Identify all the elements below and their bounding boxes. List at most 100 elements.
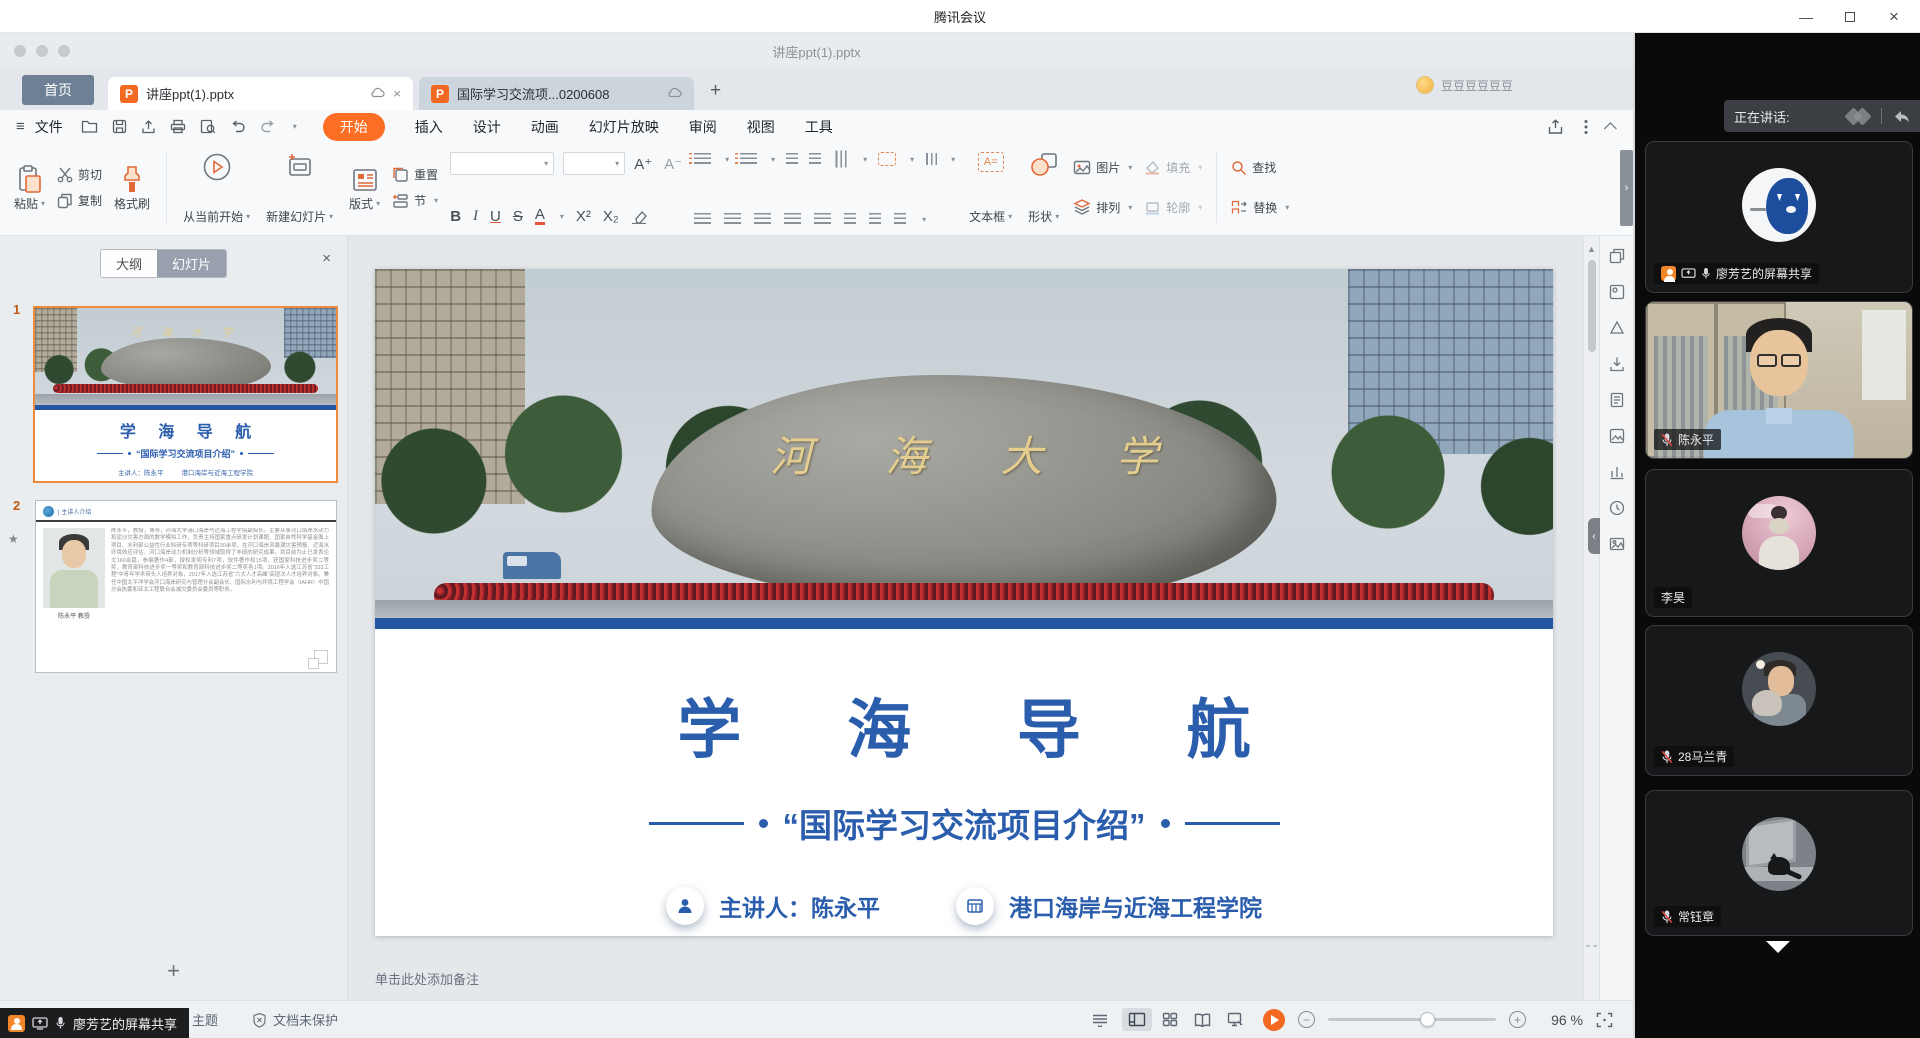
- decrease-font-button[interactable]: A⁻: [664, 155, 682, 173]
- participant-tile[interactable]: 陈永平: [1645, 301, 1913, 459]
- numbered-list-icon[interactable]: [740, 153, 757, 165]
- decrease-indent-icon[interactable]: [786, 153, 798, 165]
- picture-button[interactable]: 图片▾: [1073, 155, 1132, 181]
- line-spacing-down-icon[interactable]: [869, 213, 881, 225]
- properties-icon[interactable]: [1609, 248, 1625, 264]
- participant-tile[interactable]: 28马兰青: [1645, 625, 1913, 776]
- font-family-select[interactable]: ▾: [450, 152, 554, 175]
- tab-design[interactable]: 设计: [473, 117, 501, 137]
- next-slide-icon[interactable]: ⌄⌄: [1584, 940, 1599, 948]
- vertical-scrollbar[interactable]: ▲ ⌄⌄: [1583, 236, 1599, 1000]
- selection-pane-icon[interactable]: [1609, 284, 1625, 300]
- strikethrough-button[interactable]: S: [513, 208, 523, 225]
- tab-tools[interactable]: 工具: [805, 117, 833, 137]
- layout-button[interactable]: 版式▾: [347, 161, 382, 214]
- outline-button[interactable]: 轮廓▾: [1144, 194, 1202, 220]
- open-icon[interactable]: [81, 119, 98, 134]
- caret-icon[interactable]: ▾: [910, 155, 914, 164]
- caret-icon[interactable]: ▾: [951, 155, 955, 164]
- fill-button[interactable]: 填充▾: [1144, 155, 1202, 181]
- bold-button[interactable]: B: [450, 208, 461, 225]
- speaker-chip[interactable]: 主讲人：陈永平: [666, 887, 880, 925]
- copy-button[interactable]: 复制: [57, 188, 102, 214]
- doc-tab-active[interactable]: P 讲座ppt(1).pptx ×: [108, 77, 413, 110]
- minimize-button[interactable]: —: [1784, 0, 1828, 33]
- distribute-icon[interactable]: [814, 213, 831, 225]
- effects-pane-icon[interactable]: [1609, 428, 1625, 444]
- share-icon[interactable]: [1547, 119, 1564, 135]
- zoom-slider-thumb[interactable]: [1420, 1012, 1435, 1027]
- paste-button[interactable]: 粘贴▾: [12, 161, 47, 214]
- save-icon[interactable]: [112, 119, 127, 134]
- output-icon[interactable]: [141, 119, 156, 134]
- normal-view-button[interactable]: [1122, 1008, 1152, 1031]
- align-center-icon[interactable]: [724, 213, 741, 225]
- subscript-button[interactable]: X₂: [603, 208, 619, 225]
- home-tab[interactable]: 首页: [22, 75, 94, 105]
- redo-icon[interactable]: [260, 120, 276, 133]
- more-icon[interactable]: [1584, 119, 1588, 135]
- section-button[interactable]: 节▾: [392, 188, 438, 214]
- justify-icon[interactable]: [784, 213, 801, 225]
- add-slide-button[interactable]: +: [167, 958, 180, 984]
- participant-tile[interactable]: 李昊: [1645, 469, 1913, 617]
- format-painter-button[interactable]: 格式刷: [112, 161, 152, 214]
- line-spacing-up-icon[interactable]: [844, 213, 856, 225]
- reset-button[interactable]: 重置: [392, 162, 438, 188]
- document-pane-icon[interactable]: [1609, 392, 1625, 408]
- outline-tab[interactable]: 大纲: [101, 250, 157, 277]
- quick-access-caret-icon[interactable]: ▾: [293, 122, 297, 131]
- increase-font-button[interactable]: A⁺: [634, 155, 652, 173]
- caret-icon[interactable]: ▾: [560, 212, 564, 221]
- increase-indent-icon[interactable]: [809, 153, 821, 165]
- line-spacing-icon[interactable]: [894, 213, 906, 225]
- print-icon[interactable]: [170, 119, 186, 134]
- hamburger-icon[interactable]: ≡: [16, 118, 25, 135]
- animation-pane-icon[interactable]: [1609, 320, 1625, 336]
- chart-pane-icon[interactable]: [1609, 464, 1625, 480]
- slide-canvas[interactable]: 河 海 大 学 学 海 导 航 “国际学习交流项目介绍”: [375, 269, 1553, 936]
- fit-slide-icon[interactable]: [1596, 1012, 1613, 1028]
- panel-collapse-handle[interactable]: ‹: [1588, 518, 1600, 554]
- slide-2-thumbnail[interactable]: | 主讲人介绍 陈永平 教授 陈永平，教授，博导，河海大学港口海岸与近海工程学院…: [35, 500, 337, 673]
- protection-status[interactable]: 文档未保护: [252, 1010, 338, 1029]
- zoom-slider[interactable]: [1328, 1018, 1496, 1021]
- align-right-icon[interactable]: [754, 213, 771, 225]
- italic-button[interactable]: I: [473, 208, 478, 225]
- tab-start[interactable]: 开始: [323, 113, 385, 141]
- scrollbar-thumb[interactable]: [1588, 260, 1596, 352]
- cut-button[interactable]: 剪切: [57, 162, 102, 188]
- caret-icon[interactable]: ▾: [922, 215, 926, 224]
- doc-tab-inactive[interactable]: P 国际学习交流项...0200608: [419, 77, 694, 110]
- caret-icon[interactable]: ▾: [771, 155, 775, 164]
- slides-tab[interactable]: 幻灯片: [157, 250, 226, 277]
- reading-view-button[interactable]: [1188, 1009, 1217, 1031]
- slide-title[interactable]: 学 海 导 航: [375, 679, 1553, 771]
- department-chip[interactable]: 港口海岸与近海工程学院: [956, 887, 1262, 925]
- participant-tile[interactable]: 常钰章: [1645, 790, 1913, 936]
- more-participants-icon[interactable]: [1766, 941, 1790, 953]
- tab-review[interactable]: 审阅: [689, 117, 717, 137]
- superscript-button[interactable]: X²: [576, 208, 591, 225]
- slide-subtitle-row[interactable]: “国际学习交流项目介绍”: [375, 799, 1553, 847]
- font-color-button[interactable]: A: [535, 208, 545, 225]
- menu-file[interactable]: 文件: [35, 117, 63, 137]
- play-from-current-button[interactable]: 从当前开始▾: [181, 148, 252, 227]
- panel-close-icon[interactable]: ×: [322, 250, 331, 267]
- slide-sorter-button[interactable]: [1156, 1008, 1184, 1031]
- text-direction-icon[interactable]: [835, 151, 847, 168]
- bullet-list-icon[interactable]: [694, 153, 711, 165]
- notes-toggle-icon[interactable]: [1091, 1013, 1109, 1027]
- wps-account[interactable]: 豆豆豆豆豆豆: [1416, 76, 1513, 94]
- text-border-icon[interactable]: [878, 152, 896, 166]
- slide-1-thumbnail[interactable]: 河 海 大 学 学 海 导 航 “国际学习交流项目介绍” 主讲人：陈永平港口海岸…: [33, 306, 338, 483]
- tab-animation[interactable]: 动画: [531, 117, 559, 137]
- participant-tile[interactable]: 廖芳艺的屏幕共享: [1645, 141, 1913, 293]
- arrange-button[interactable]: 排列▾: [1073, 194, 1132, 220]
- history-icon[interactable]: [1609, 500, 1625, 516]
- caret-icon[interactable]: ▾: [725, 155, 729, 164]
- textbox-button[interactable]: A= 文本框▾: [967, 148, 1014, 227]
- find-button[interactable]: 查找: [1231, 155, 1289, 181]
- collapse-ribbon-icon[interactable]: [1604, 122, 1617, 135]
- undo-icon[interactable]: [230, 120, 246, 133]
